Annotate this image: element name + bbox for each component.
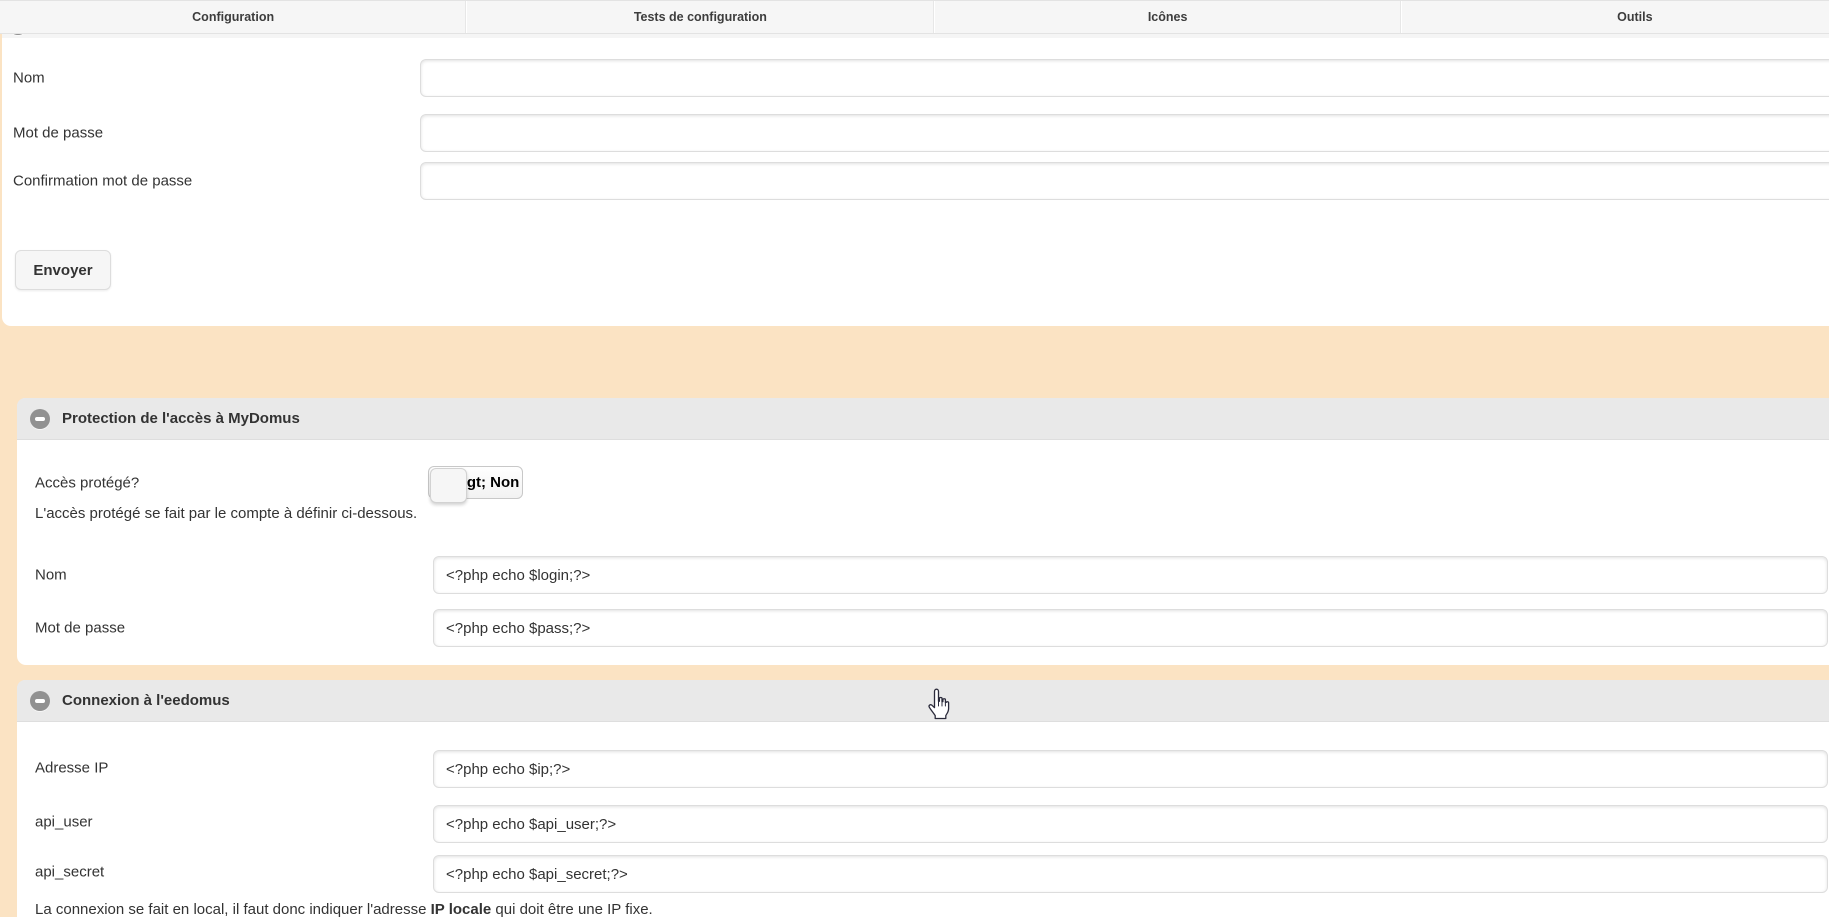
minus-glyph [35,417,45,421]
tab-outils[interactable]: Outils [1401,1,1829,33]
protection-input-nom[interactable] [433,556,1828,594]
envoyer-button[interactable]: Envoyer [15,250,111,290]
connexion-input-api-secret[interactable] [433,855,1828,893]
tab-tests-de-configuration[interactable]: Tests de configuration [466,1,933,33]
connexion-section-title: Connexion à l'eedomus [62,692,230,709]
acces-protege-note: L'accès protégé se fait par le compte à … [35,505,417,522]
connexion-input-api-user[interactable] [433,805,1828,843]
connexion-ip-note: La connexion se fait en local, il faut d… [35,901,653,917]
connexion-collapse-header[interactable]: Connexion à l'eedomus [17,680,1829,722]
note-text-post: qui doit être une IP fixe. [491,901,653,917]
connexion-label-api-secret: api_secret [35,864,104,881]
acces-protege-label: Accès protégé? [35,475,139,492]
tab-icones[interactable]: Icônes [934,1,1401,33]
connexion-input-adresse-ip[interactable] [433,750,1828,788]
collapse-minus-icon[interactable] [30,409,50,429]
protection-label-nom: Nom [35,567,67,584]
top-form-input-nom[interactable] [420,59,1829,97]
page-root: { "page": { "background": "#fbe3c3" }, "… [0,0,1829,917]
connexion-label-adresse-ip: Adresse IP [35,760,108,777]
top-form-input-mot-de-passe[interactable] [420,114,1829,152]
minus-glyph [35,699,45,703]
top-form-label-nom: Nom [13,70,45,87]
flip-switch-handle[interactable] [430,468,467,503]
protection-label-mot-de-passe: Mot de passe [35,620,125,637]
top-form-label-mot-de-passe: Mot de passe [13,125,103,142]
top-form-input-confirmation[interactable] [420,162,1829,200]
collapse-minus-icon[interactable] [30,691,50,711]
protection-input-mot-de-passe[interactable] [433,609,1828,647]
protection-collapse-header[interactable]: Protection de l'accès à MyDomus [17,398,1829,440]
note-text-pre: La connexion se fait en local, il faut d… [35,901,431,917]
tab-configuration[interactable]: Configuration [0,1,466,33]
connexion-label-api-user: api_user [35,814,93,831]
protection-section-title: Protection de l'accès à MyDomus [62,410,300,427]
top-form-label-confirmation: Confirmation mot de passe [13,173,192,190]
note-text-bold: IP locale [431,901,492,917]
acces-protege-flip-switch[interactable]: &gt; Non [428,466,523,499]
navbar: Configuration Tests de configuration Icô… [0,0,1829,34]
